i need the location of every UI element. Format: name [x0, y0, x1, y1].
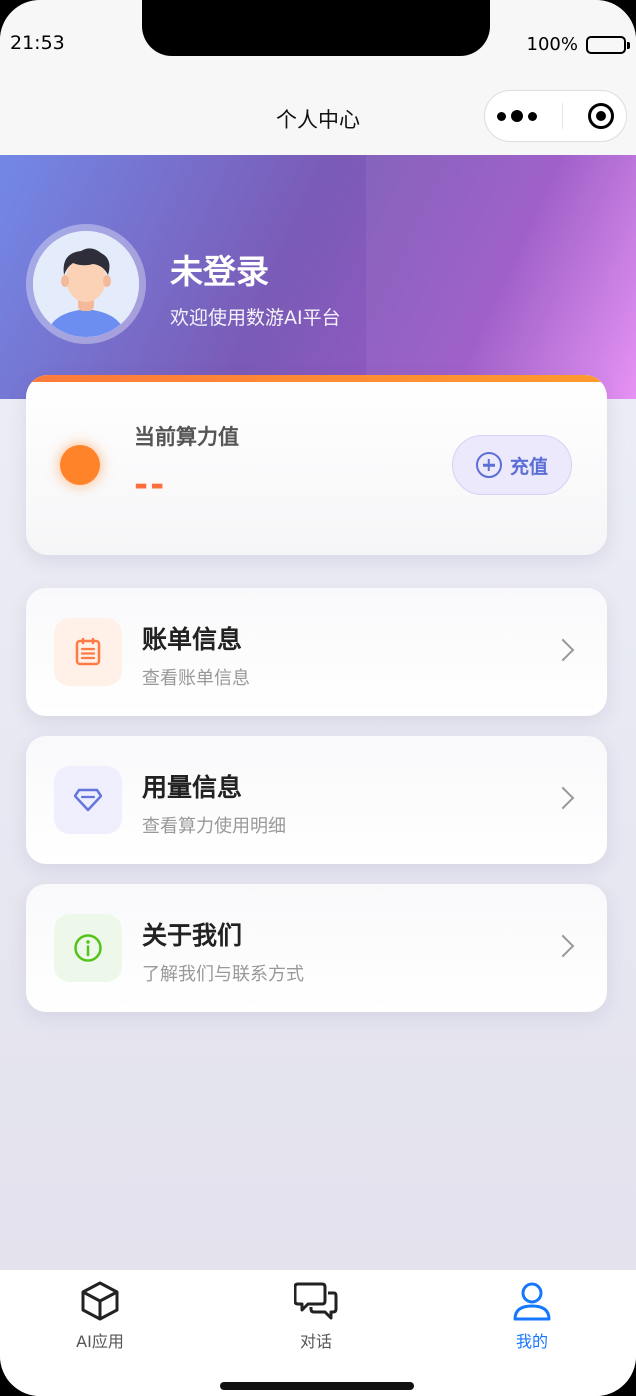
status-time: 21:53 — [10, 32, 65, 54]
menu-item-about[interactable]: 关于我们 了解我们与联系方式 — [26, 884, 607, 1012]
bill-icon-box — [54, 618, 122, 686]
menu-title: 关于我们 — [142, 921, 243, 950]
profile-banner: 未登录 欢迎使用数游AI平台 — [0, 155, 636, 399]
plus-circle-icon — [475, 452, 502, 478]
bill-icon — [75, 638, 101, 666]
menu-title: 用量信息 — [142, 773, 243, 802]
user-name[interactable]: 未登录 — [170, 245, 269, 293]
tab-chat[interactable]: 对话 — [246, 1280, 386, 1352]
chevron-right-icon — [551, 934, 575, 958]
battery-percent: 100% — [526, 34, 578, 55]
tab-bar: AI应用 对话 我的 — [0, 1269, 636, 1396]
menu-title: 账单信息 — [142, 625, 243, 654]
power-label: 当前算力值 — [134, 425, 239, 449]
recharge-label: 充值 — [509, 455, 548, 478]
tab-label: 对话 — [299, 1332, 332, 1351]
avatar[interactable] — [33, 231, 139, 337]
diamond-icon — [74, 788, 102, 812]
info-icon — [74, 934, 102, 962]
menu-item-usage[interactable]: 用量信息 查看算力使用明细 — [26, 736, 607, 864]
notch — [142, 0, 490, 56]
user-icon — [513, 1282, 551, 1321]
tab-mine[interactable]: 我的 — [462, 1280, 602, 1352]
chevron-right-icon — [551, 786, 575, 810]
menu-item-bill[interactable]: 账单信息 查看账单信息 — [26, 588, 607, 716]
close-mini-program-icon[interactable] — [587, 103, 614, 129]
power-indicator-icon — [60, 445, 100, 485]
avatar-ring[interactable] — [26, 224, 146, 344]
menu-subtitle: 查看账单信息 — [142, 668, 250, 689]
status-battery: 100% — [526, 34, 630, 55]
tab-label: AI应用 — [76, 1332, 124, 1351]
avatar-illustration-icon — [33, 231, 139, 337]
menu-subtitle: 查看算力使用明细 — [142, 816, 286, 837]
tab-ai-apps[interactable]: AI应用 — [30, 1280, 170, 1352]
battery-icon — [586, 35, 630, 54]
mini-program-capsule — [484, 90, 627, 142]
tab-label: 我的 — [515, 1332, 548, 1351]
usage-icon-box — [54, 766, 122, 834]
recharge-button[interactable]: 充值 — [452, 435, 572, 495]
power-value: -- — [134, 465, 167, 505]
chat-icon — [294, 1282, 338, 1320]
more-icon[interactable] — [497, 110, 538, 122]
top-bar: 21:53 100% 个人中心 — [0, 0, 636, 155]
menu-subtitle: 了解我们与联系方式 — [142, 964, 304, 985]
home-indicator — [220, 1382, 414, 1390]
phone-screen: 21:53 100% 个人中心 未登录 欢迎使用数游AI平台 当前算力值 -- … — [0, 0, 636, 1396]
cube-icon — [81, 1281, 119, 1321]
welcome-text: 欢迎使用数游AI平台 — [170, 307, 341, 329]
compute-power-card: 当前算力值 -- 充值 — [26, 375, 607, 555]
chevron-right-icon — [551, 638, 575, 662]
about-icon-box — [54, 914, 122, 982]
